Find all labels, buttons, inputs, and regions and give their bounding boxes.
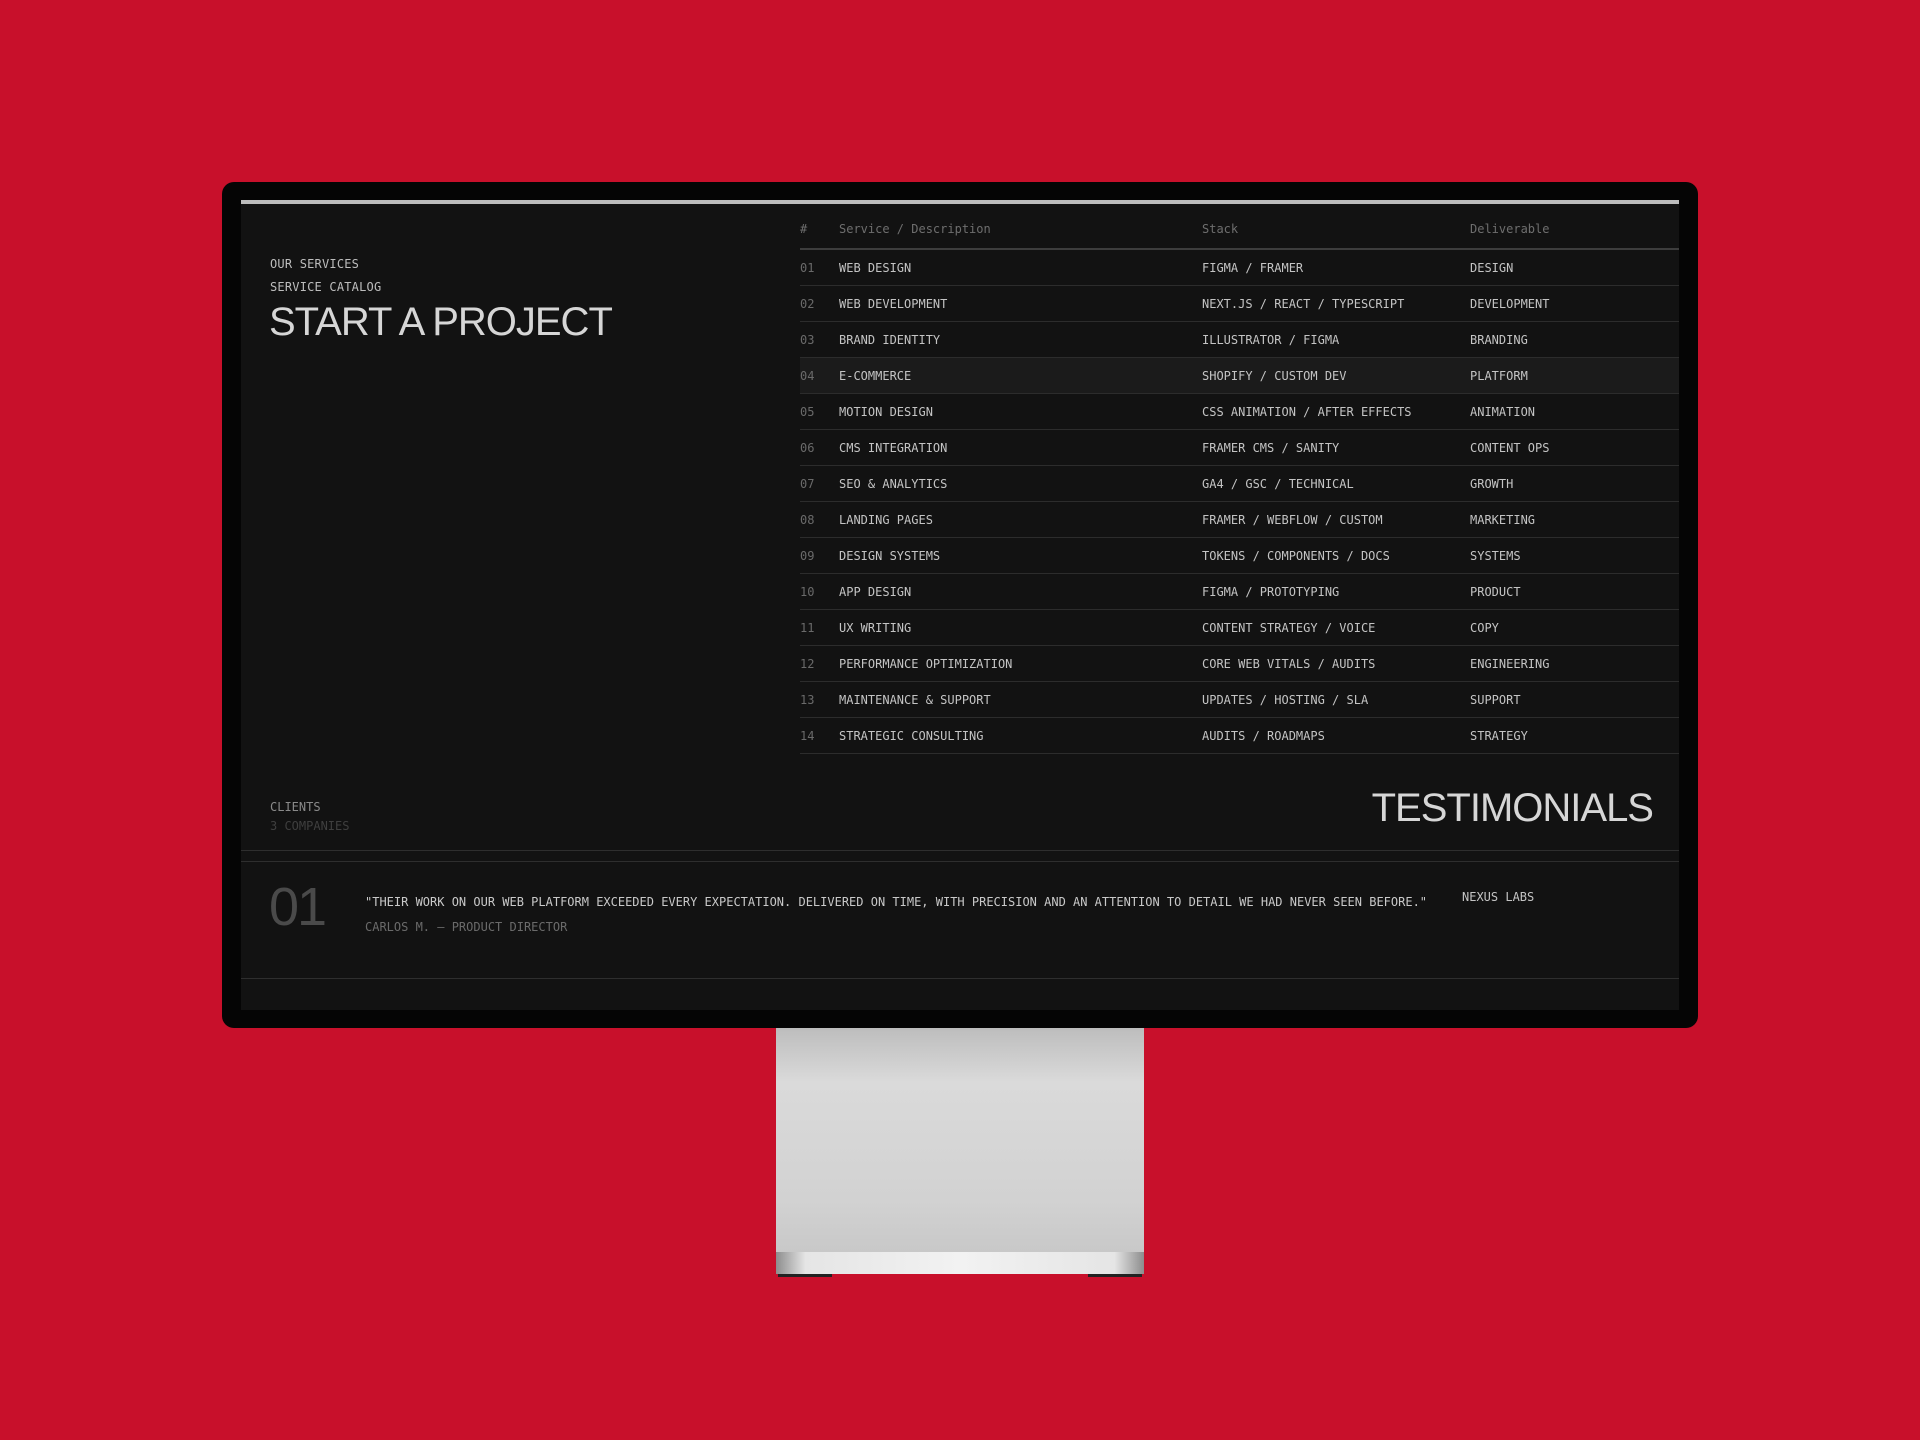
service-deliverable: COPY — [1470, 621, 1499, 635]
row-number: 04 — [800, 369, 815, 383]
service-stack: CSS ANIMATION / AFTER EFFECTS — [1202, 405, 1412, 419]
table-row[interactable]: 09 DESIGN SYSTEMS TOKENS / COMPONENTS / DO… — [800, 538, 1679, 574]
row-number: 08 — [800, 513, 815, 527]
service-deliverable: ANIMATION — [1470, 405, 1536, 419]
table-row[interactable]: 01 WEB DESIGN FIGMA / FRAMER DESIGN — [800, 250, 1679, 286]
service-deliverable: BRANDING — [1470, 333, 1528, 347]
table-row[interactable]: 10 APP DESIGN FIGMA / PROTOTYPING PRODUCT — [800, 574, 1679, 610]
service-name: MOTION DESIGN — [839, 405, 933, 419]
table-row[interactable]: 02 WEB DEVELOPMENT NEXT.JS / REACT / TYPES… — [800, 286, 1679, 322]
service-deliverable: GROWTH — [1470, 477, 1514, 491]
service-name: E-COMMERCE — [839, 369, 912, 383]
table-row[interactable]: 13 MAINTENANCE & SUPPORT UPDATES / HOSTING… — [800, 682, 1679, 718]
section-divider — [241, 861, 1679, 862]
row-number: 12 — [800, 657, 815, 671]
section-subtitle: SERVICE CATALOG — [270, 280, 382, 294]
monitor-frame: OUR SERVICES SERVICE CATALOG START A PRO… — [222, 182, 1698, 1028]
service-name: CMS INTEGRATION — [839, 441, 948, 455]
table-row[interactable]: 03 BRAND IDENTITY ILLUSTRATOR / FIGMA BRAND… — [800, 322, 1679, 358]
table-row[interactable]: 06 CMS INTEGRATION FRAMER CMS / SANITY CONT… — [800, 430, 1679, 466]
service-name: PERFORMANCE OPTIMIZATION — [839, 657, 1013, 671]
row-number: 11 — [800, 621, 815, 635]
table-row[interactable]: 05 MOTION DESIGN CSS ANIMATION / AFTER EFF… — [800, 394, 1679, 430]
column-header-service: Service / Description — [839, 222, 991, 236]
service-name: WEB DESIGN — [839, 261, 912, 275]
service-stack: FRAMER / WEBFLOW / CUSTOM — [1202, 513, 1383, 527]
table-body: 01 WEB DESIGN FIGMA / FRAMER DESIGN 02 WEB DE… — [800, 250, 1679, 754]
service-deliverable: PRODUCT — [1470, 585, 1521, 599]
row-number: 09 — [800, 549, 815, 563]
service-stack: ILLUSTRATOR / FIGMA — [1202, 333, 1340, 347]
service-stack: FRAMER CMS / SANITY — [1202, 441, 1340, 455]
row-number: 10 — [800, 585, 815, 599]
testimonial-quote: "THEIR WORK ON OUR WEB PLATFORM EXCEEDED… — [365, 895, 1428, 909]
service-stack: TOKENS / COMPONENTS / DOCS — [1202, 549, 1390, 563]
services-table: # Service / Description Stack Deliverabl… — [800, 214, 1679, 754]
service-deliverable: DESIGN — [1470, 261, 1514, 275]
table-header: # Service / Description Stack Deliverabl… — [800, 214, 1679, 250]
service-stack: AUDITS / ROADMAPS — [1202, 729, 1325, 743]
service-name: SEO & ANALYTICS — [839, 477, 948, 491]
row-number: 07 — [800, 477, 815, 491]
column-header-stack: Stack — [1202, 222, 1239, 236]
column-header-number: # — [800, 222, 808, 236]
start-project-heading[interactable]: START A PROJECT — [269, 300, 613, 345]
table-row[interactable]: 14 STRATEGIC CONSULTING AUDITS / ROADMAPS S… — [800, 718, 1679, 754]
column-header-deliverable: Deliverable — [1470, 222, 1550, 236]
testimonial-author: CARLOS M. — PRODUCT DIRECTOR — [365, 920, 568, 934]
website-screen: OUR SERVICES SERVICE CATALOG START A PRO… — [241, 200, 1679, 1010]
stand-foot — [1088, 1274, 1142, 1277]
clients-label: CLIENTS — [270, 800, 321, 814]
service-deliverable: ENGINEERING — [1470, 657, 1550, 671]
service-deliverable: CONTENT OPS — [1470, 441, 1550, 455]
row-number: 01 — [800, 261, 815, 275]
service-deliverable: STRATEGY — [1470, 729, 1528, 743]
service-stack: NEXT.JS / REACT / TYPESCRIPT — [1202, 297, 1405, 311]
service-deliverable: SUPPORT — [1470, 693, 1521, 707]
top-border — [241, 200, 1679, 204]
table-row[interactable]: 07 SEO & ANALYTICS GA4 / GSC / TECHNICAL GR… — [800, 466, 1679, 502]
service-stack: CORE WEB VITALS / AUDITS — [1202, 657, 1376, 671]
testimonial-number: 01 — [269, 877, 327, 937]
testimonials-heading: TESTIMONIALS — [1371, 786, 1654, 830]
service-name: APP DESIGN — [839, 585, 912, 599]
row-number: 05 — [800, 405, 815, 419]
service-stack: CONTENT STRATEGY / VOICE — [1202, 621, 1376, 635]
service-name: MAINTENANCE & SUPPORT — [839, 693, 991, 707]
section-eyebrow: OUR SERVICES — [270, 257, 360, 271]
row-number: 14 — [800, 729, 815, 743]
service-deliverable: PLATFORM — [1470, 369, 1528, 383]
service-name: WEB DEVELOPMENT — [839, 297, 948, 311]
clients-count: 3 COMPANIES — [270, 819, 350, 833]
stand-foot — [778, 1274, 832, 1277]
table-row[interactable]: 04 E-COMMERCE SHOPIFY / CUSTOM DEV PLATFORM — [800, 358, 1679, 394]
service-stack: FIGMA / PROTOTYPING — [1202, 585, 1340, 599]
table-row[interactable]: 11 UX WRITING CONTENT STRATEGY / VOICE COPY — [800, 610, 1679, 646]
service-stack: GA4 / GSC / TECHNICAL — [1202, 477, 1354, 491]
section-divider — [241, 978, 1679, 979]
monitor-stand — [776, 1028, 1144, 1277]
service-name: UX WRITING — [839, 621, 912, 635]
service-deliverable: DEVELOPMENT — [1470, 297, 1550, 311]
service-name: BRAND IDENTITY — [839, 333, 941, 347]
row-number: 06 — [800, 441, 815, 455]
service-stack: UPDATES / HOSTING / SLA — [1202, 693, 1369, 707]
service-stack: FIGMA / FRAMER — [1202, 261, 1304, 275]
table-row[interactable]: 12 PERFORMANCE OPTIMIZATION CORE WEB VITAL… — [800, 646, 1679, 682]
table-row[interactable]: 08 LANDING PAGES FRAMER / WEBFLOW / CUSTOM… — [800, 502, 1679, 538]
row-number: 13 — [800, 693, 815, 707]
service-deliverable: MARKETING — [1470, 513, 1536, 527]
section-divider — [241, 850, 1679, 851]
row-number: 03 — [800, 333, 815, 347]
service-name: DESIGN SYSTEMS — [839, 549, 941, 563]
row-number: 02 — [800, 297, 815, 311]
service-name: LANDING PAGES — [839, 513, 933, 527]
service-deliverable: SYSTEMS — [1470, 549, 1521, 563]
stand-base — [776, 1252, 1144, 1274]
service-name: STRATEGIC CONSULTING — [839, 729, 984, 743]
testimonial-company: NEXUS LABS — [1462, 890, 1535, 904]
service-stack: SHOPIFY / CUSTOM DEV — [1202, 369, 1347, 383]
